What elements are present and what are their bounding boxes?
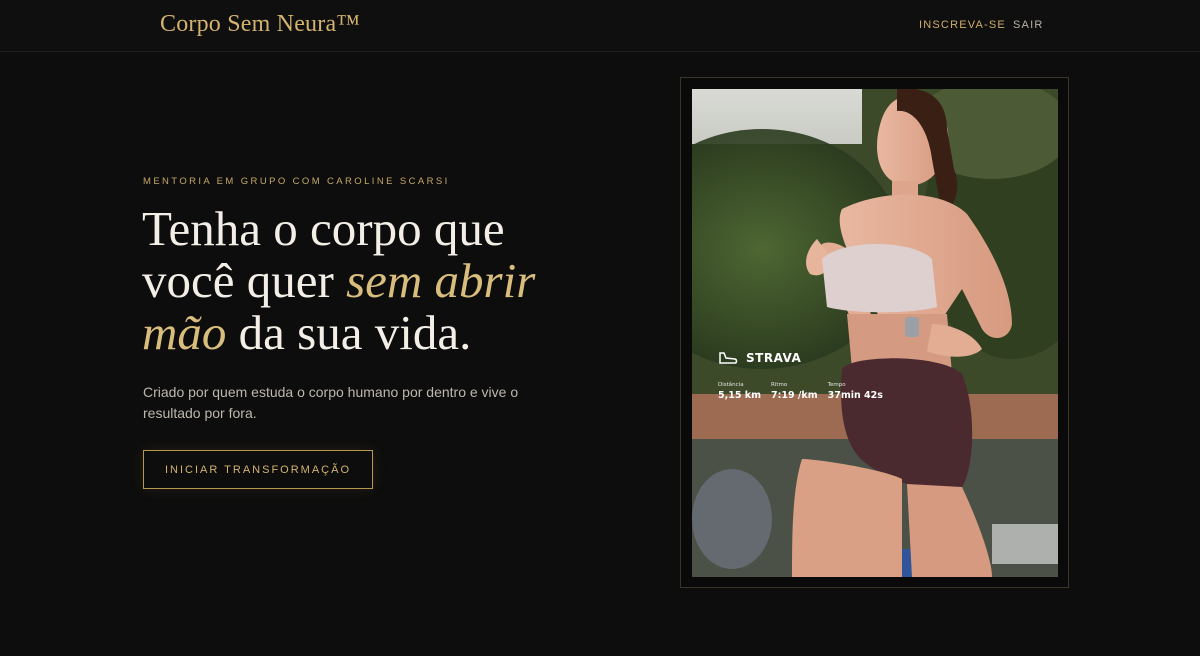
strava-logo: STRAVA [746,351,802,365]
stat-value: 37min 42s [827,390,883,401]
stat-distance: Distância 5,15 km [718,382,761,401]
top-navbar: Corpo Sem Neura™ INSCREVA-SE SAIR [0,0,1200,52]
hero-eyebrow: MENTORIA EM GRUPO COM CAROLINE SCARSI [143,176,450,187]
hero-headline: Tenha o corpo que você quer sem abrir mã… [142,203,562,359]
hero-subtitle: Criado por quem estuda o corpo humano po… [143,384,519,421]
stat-label: Ritmo [770,382,788,388]
stat-label: Tempo [827,382,846,388]
stat-value: 7:19 /km [770,390,818,401]
brand-logo[interactable]: Corpo Sem Neura™ [160,11,360,38]
headline-text-2: da sua vida. [226,305,472,360]
strava-stats: Distância 5,15 km Ritmo 7:19 /km Tempo 3… [718,382,898,401]
strava-overlay: STRAVA Distância 5,15 km Ritmo 7:19 /km … [718,351,898,401]
hero-photo-frame: STRAVA Distância 5,15 km Ritmo 7:19 /km … [680,77,1069,588]
shoe-icon [719,352,738,364]
logout-link[interactable]: SAIR [1013,19,1043,31]
stat-label: Distância [718,382,744,388]
signup-link[interactable]: INSCREVA-SE [919,19,1006,31]
stat-time: Tempo 37min 42s [828,382,883,401]
stat-pace: Ritmo 7:19 /km [771,382,818,401]
start-transformation-button[interactable]: INICIAR TRANSFORMAÇÃO [143,450,373,489]
runner-photo: STRAVA Distância 5,15 km Ritmo 7:19 /km … [692,89,1058,577]
stat-value: 5,15 km [718,390,761,401]
